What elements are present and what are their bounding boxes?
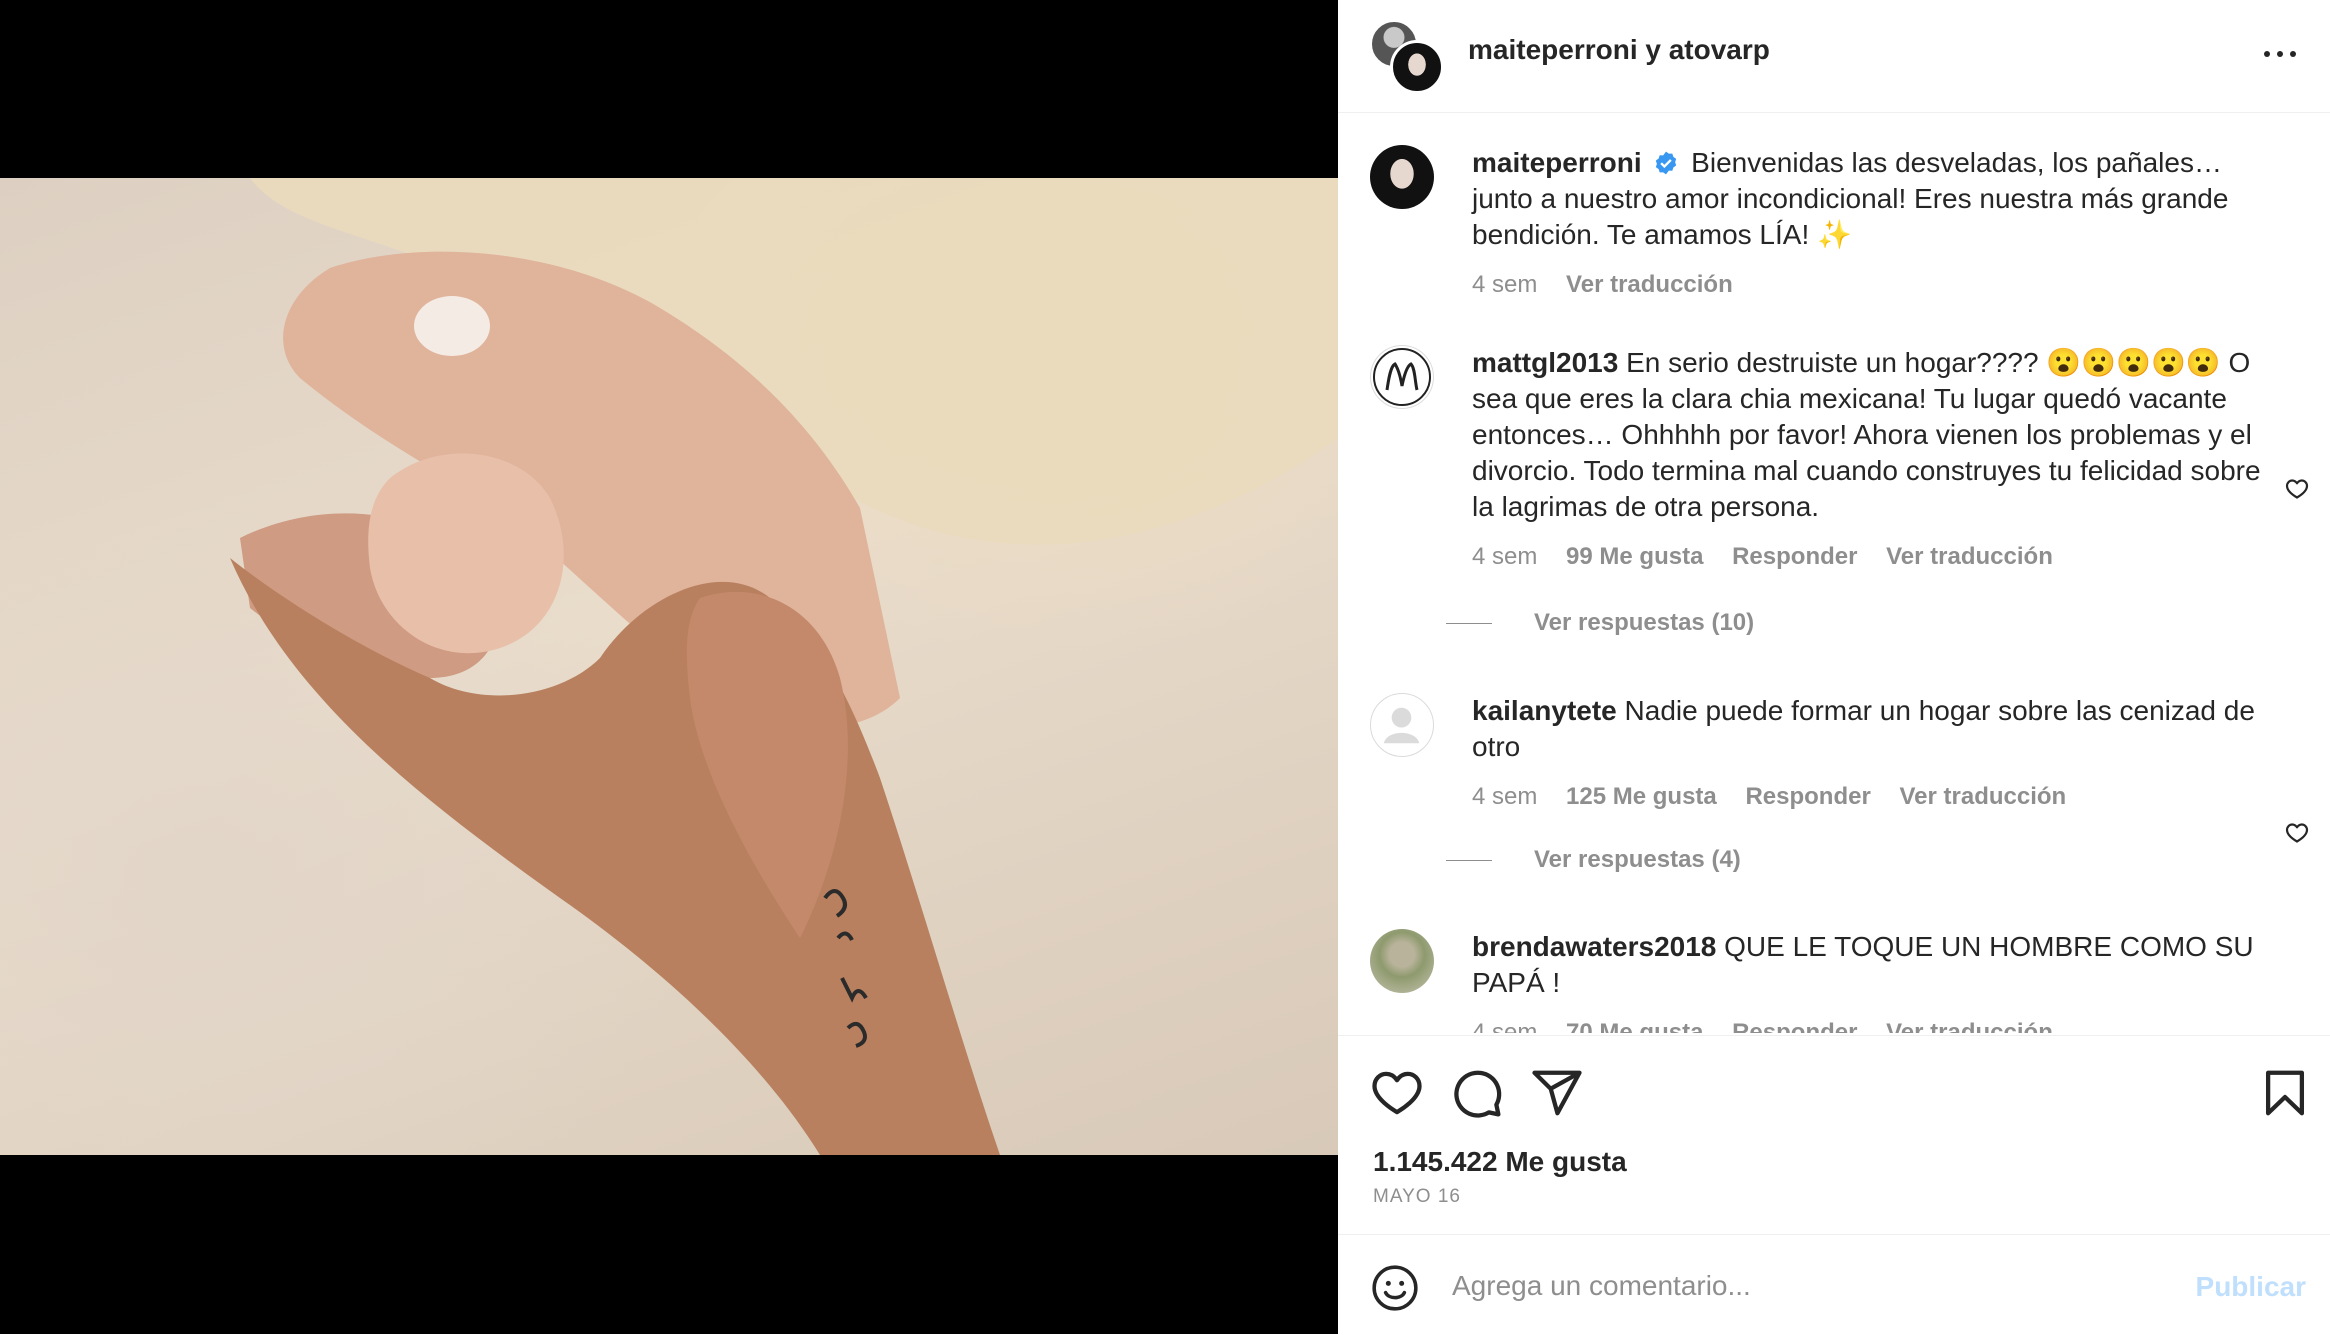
comment-likes[interactable]: 125 Me gusta (1566, 783, 1717, 810)
post-panel: maiteperroni y atovarp maiteperroni Bien… (1338, 0, 2330, 1334)
view-replies-button[interactable]: Ver respuestas (10) (1440, 609, 1754, 637)
comment-username[interactable]: kailanytete (1472, 695, 1617, 726)
comment-icon[interactable] (1450, 1066, 1504, 1120)
post-author-names[interactable]: maiteperroni y atovarp (1468, 34, 1770, 66)
caption-time[interactable]: 4 sem (1472, 271, 1537, 298)
comment-input[interactable] (1450, 1259, 2154, 1313)
view-replies-button[interactable]: Ver respuestas (4) (1440, 846, 1741, 874)
avatar[interactable] (1370, 693, 1434, 757)
heart-icon[interactable] (1370, 1066, 1424, 1120)
translate-link[interactable]: Ver traducción (1899, 783, 2066, 810)
reply-button[interactable]: Responder (1732, 543, 1857, 570)
emoji-icon[interactable] (1370, 1263, 1420, 1313)
share-icon[interactable] (1530, 1066, 1584, 1120)
view-replies-label: Ver respuestas (10) (1534, 609, 1755, 636)
save-icon[interactable] (2258, 1066, 2312, 1120)
default-avatar-icon (1383, 707, 1420, 744)
reply-button[interactable]: Responder (1732, 1019, 1857, 1033)
post-header: maiteperroni y atovarp (1338, 0, 2330, 113)
avatar[interactable] (1370, 929, 1434, 993)
collab-avatars[interactable] (1370, 20, 1444, 94)
publish-button[interactable]: Publicar (2196, 1271, 2306, 1303)
reply-button[interactable]: Responder (1745, 783, 1870, 810)
avatar (1390, 40, 1444, 94)
add-comment-bar: Publicar (1338, 1234, 2330, 1335)
post-media (0, 0, 1338, 1334)
post-photo[interactable] (0, 178, 1338, 1155)
comment-username[interactable]: brendawaters2018 (1472, 931, 1716, 962)
comment-likes[interactable]: 70 Me gusta (1566, 1019, 1703, 1033)
avatar[interactable] (1370, 145, 1434, 209)
verified-icon (1656, 151, 1677, 175)
translate-link[interactable]: Ver traducción (1566, 271, 1733, 298)
comment-likes[interactable]: 99 Me gusta (1566, 543, 1703, 570)
comment-time[interactable]: 4 sem (1472, 543, 1537, 570)
likes-count[interactable]: 1.145.422 Me gusta (1373, 1146, 1627, 1178)
comment-time[interactable]: 4 sem (1472, 1019, 1537, 1033)
avatar[interactable] (1370, 345, 1434, 409)
like-comment-heart-icon[interactable] (2284, 477, 2310, 501)
monogram-avatar-icon (1373, 348, 1431, 406)
post-date[interactable]: MAYO 16 (1373, 1186, 1461, 1208)
comments-list[interactable]: maiteperroni Bienvenidas las desveladas,… (1338, 113, 2330, 1033)
translate-link[interactable]: Ver traducción (1886, 1019, 2053, 1033)
caption-username[interactable]: maiteperroni (1472, 147, 1642, 178)
comment-username[interactable]: mattgl2013 (1472, 347, 1618, 378)
view-replies-label: Ver respuestas (4) (1534, 846, 1741, 873)
post-actions: 1.145.422 Me gusta MAYO 16 (1338, 1035, 2330, 1236)
translate-link[interactable]: Ver traducción (1886, 543, 2053, 570)
hands-illustration (230, 178, 1338, 1155)
more-options-icon[interactable] (2260, 38, 2300, 68)
like-comment-heart-icon[interactable] (2284, 821, 2310, 845)
comment-time[interactable]: 4 sem (1472, 783, 1537, 810)
